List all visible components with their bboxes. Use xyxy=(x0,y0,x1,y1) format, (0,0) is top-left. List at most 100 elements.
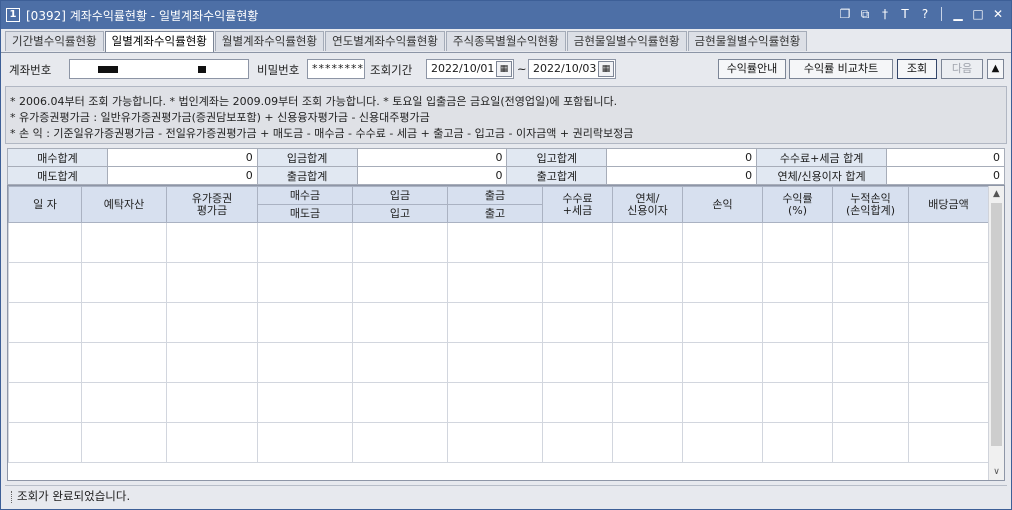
date-to-field[interactable]: 2022/10/03 ▦ xyxy=(528,59,616,79)
table-row[interactable] xyxy=(8,302,989,343)
table-cell[interactable] xyxy=(8,342,82,383)
col-dividend[interactable]: 배당금액 xyxy=(908,186,989,223)
col-pnl[interactable]: 손익 xyxy=(682,186,763,223)
table-cell[interactable] xyxy=(257,262,353,303)
table-cell[interactable] xyxy=(908,382,989,423)
scroll-up-icon[interactable]: ▲ xyxy=(989,186,1004,202)
title-bar[interactable]: 1 [0392] 계좌수익률현황 - 일별계좌수익률현황 ❐ ⧉ † T ? ▁… xyxy=(1,1,1011,29)
table-cell[interactable] xyxy=(762,342,833,383)
return-guide-button[interactable]: 수익률안내 xyxy=(718,59,786,79)
table-cell[interactable] xyxy=(832,302,909,343)
table-cell[interactable] xyxy=(832,262,909,303)
table-cell[interactable] xyxy=(166,262,258,303)
collapse-up-button[interactable]: ▲ xyxy=(987,59,1004,79)
tab-yearly-return[interactable]: 연도별계좌수익률현황 xyxy=(325,31,445,51)
table-cell[interactable] xyxy=(682,382,763,423)
table-cell[interactable] xyxy=(81,262,167,303)
col-deposit-assets[interactable]: 예탁자산 xyxy=(81,186,167,223)
table-cell[interactable] xyxy=(257,382,353,423)
col-securities-eval[interactable]: 유가증권 평가금 xyxy=(166,186,258,223)
col-sell[interactable]: 매도금 xyxy=(257,204,353,223)
table-cell[interactable] xyxy=(908,302,989,343)
calendar-icon[interactable]: ▦ xyxy=(496,61,512,77)
table-cell[interactable] xyxy=(612,422,683,463)
search-button[interactable]: 조회 xyxy=(897,59,937,79)
tab-monthly-return[interactable]: 월별계좌수익률현황 xyxy=(214,31,325,51)
col-date[interactable]: 일 자 xyxy=(8,186,82,223)
table-cell[interactable] xyxy=(81,302,167,343)
tab-daily-return[interactable]: 일별계좌수익률현황 xyxy=(104,31,214,53)
table-row[interactable] xyxy=(8,342,989,383)
table-cell[interactable] xyxy=(762,262,833,303)
col-cumulative-pnl[interactable]: 누적손익 (손익합계) xyxy=(832,186,909,223)
table-cell[interactable] xyxy=(682,262,763,303)
table-cell[interactable] xyxy=(832,382,909,423)
table-cell[interactable] xyxy=(257,302,353,343)
table-cell[interactable] xyxy=(682,422,763,463)
table-cell[interactable] xyxy=(8,382,82,423)
table-cell[interactable] xyxy=(832,422,909,463)
table-cell[interactable] xyxy=(352,422,448,463)
table-cell[interactable] xyxy=(352,222,448,263)
table-cell[interactable] xyxy=(542,382,613,423)
table-cell[interactable] xyxy=(682,222,763,263)
minimize-icon[interactable]: ▁ xyxy=(951,6,965,22)
pin-icon[interactable]: † xyxy=(878,6,892,22)
table-cell[interactable] xyxy=(612,302,683,343)
table-cell[interactable] xyxy=(762,222,833,263)
col-fee-tax[interactable]: 수수료 +세금 xyxy=(542,186,613,223)
table-cell[interactable] xyxy=(257,342,353,383)
col-buy[interactable]: 매수금 xyxy=(257,186,353,205)
table-row[interactable] xyxy=(8,262,989,303)
table-cell[interactable] xyxy=(257,222,353,263)
table-cell[interactable] xyxy=(447,422,543,463)
scroll-down-icon[interactable]: ∨ xyxy=(989,464,1004,480)
vertical-scrollbar[interactable]: ▲ ∨ xyxy=(988,186,1004,480)
table-cell[interactable] xyxy=(682,302,763,343)
col-deposit-in[interactable]: 입금 xyxy=(352,186,448,205)
table-cell[interactable] xyxy=(81,382,167,423)
table-cell[interactable] xyxy=(352,262,448,303)
table-cell[interactable] xyxy=(257,422,353,463)
table-cell[interactable] xyxy=(542,422,613,463)
col-withdraw[interactable]: 출금 xyxy=(447,186,543,205)
tab-period-return[interactable]: 기간별수익률현황 xyxy=(5,31,104,51)
table-cell[interactable] xyxy=(612,382,683,423)
table-cell[interactable] xyxy=(542,262,613,303)
table-cell[interactable] xyxy=(81,342,167,383)
password-field[interactable]: ******** xyxy=(307,59,365,79)
table-cell[interactable] xyxy=(166,302,258,343)
table-cell[interactable] xyxy=(542,342,613,383)
col-interest[interactable]: 연체/신용이자 xyxy=(612,186,683,223)
table-cell[interactable] xyxy=(762,422,833,463)
table-cell[interactable] xyxy=(352,342,448,383)
table-cell[interactable] xyxy=(832,222,909,263)
table-cell[interactable] xyxy=(8,262,82,303)
table-cell[interactable] xyxy=(8,422,82,463)
col-stock-in[interactable]: 입고 xyxy=(352,204,448,223)
calendar-icon[interactable]: ▦ xyxy=(598,61,614,77)
tab-gold-monthly-return[interactable]: 금현물월별수익률현황 xyxy=(687,31,808,51)
table-cell[interactable] xyxy=(832,342,909,383)
tab-gold-daily-return[interactable]: 금현물일별수익률현황 xyxy=(566,31,687,51)
table-cell[interactable] xyxy=(447,222,543,263)
table-cell[interactable] xyxy=(908,222,989,263)
maximize-icon[interactable]: □ xyxy=(971,6,985,22)
table-row[interactable] xyxy=(8,382,989,423)
table-cell[interactable] xyxy=(612,342,683,383)
col-stock-out[interactable]: 출고 xyxy=(447,204,543,223)
close-icon[interactable]: ✕ xyxy=(991,6,1005,22)
return-compare-chart-button[interactable]: 수익률 비교차트 xyxy=(789,59,893,79)
table-cell[interactable] xyxy=(762,302,833,343)
table-cell[interactable] xyxy=(447,262,543,303)
popout-icon[interactable]: ⧉ xyxy=(858,6,872,22)
table-cell[interactable] xyxy=(81,222,167,263)
table-cell[interactable] xyxy=(166,222,258,263)
restore-icon[interactable]: ❐ xyxy=(838,6,852,22)
table-cell[interactable] xyxy=(612,262,683,303)
table-cell[interactable] xyxy=(166,422,258,463)
table-cell[interactable] xyxy=(447,382,543,423)
table-cell[interactable] xyxy=(352,382,448,423)
table-cell[interactable] xyxy=(908,342,989,383)
table-cell[interactable] xyxy=(8,222,82,263)
